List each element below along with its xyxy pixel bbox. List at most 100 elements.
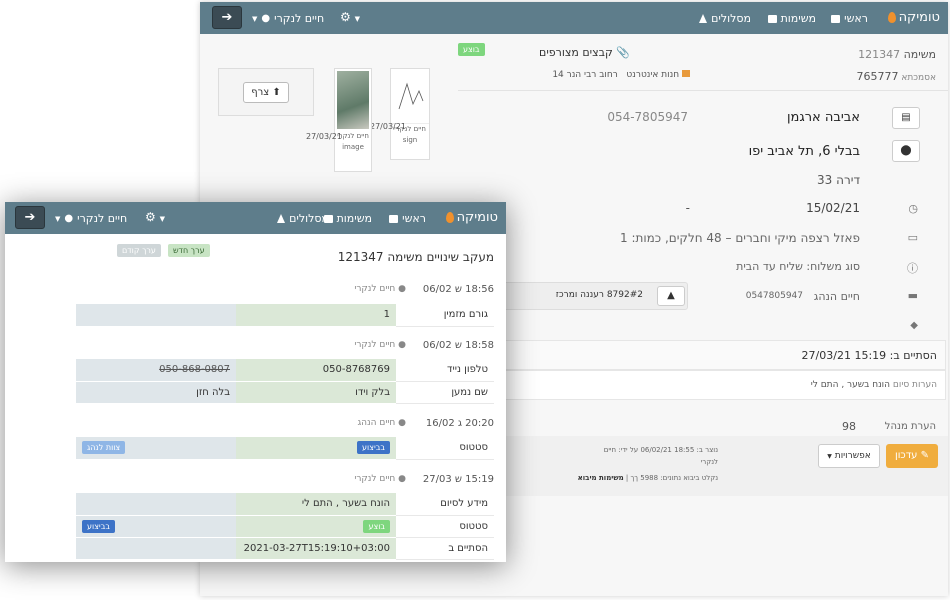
- completion-note-box: הערות סיום הונח בשער , התם לי: [500, 370, 946, 400]
- chevron-down-icon: ▼: [252, 14, 258, 23]
- field-label: סטטוס: [396, 515, 494, 538]
- entry-user: ● חיים לנקרי: [354, 474, 406, 484]
- table-row: גורם מזמין 1: [76, 304, 494, 327]
- nav-routes[interactable]: מסלולים: [277, 212, 329, 225]
- legend-new-value: ערך חדש: [168, 244, 210, 257]
- brand[interactable]: טומיקה: [445, 210, 498, 225]
- attach-dropzone[interactable]: ⬆ צרף: [218, 68, 314, 116]
- entry-user: ● חיים לנקרי: [354, 340, 406, 350]
- entry-user-name: חיים לנקרי: [354, 474, 396, 484]
- logout-button[interactable]: ➔: [15, 206, 45, 229]
- task-id-line: משימה 121347: [858, 48, 936, 61]
- tag-icon: ◆: [910, 320, 918, 331]
- route-icon: [277, 214, 286, 223]
- manager-note-label: הערת מנהל: [884, 421, 936, 432]
- change-table: סטטוס בביצוע צוות לנהג: [76, 437, 494, 460]
- image-thumbnail: [337, 71, 369, 129]
- attach-button-label: צרף: [251, 87, 270, 98]
- address-short: רחוב רבי הנר 14: [552, 70, 618, 80]
- comment-icon: ▭: [907, 231, 918, 244]
- map-pin-icon[interactable]: ⬤: [892, 140, 920, 162]
- entry-user-name: חיים לנקרי: [354, 284, 396, 294]
- edit-button[interactable]: ✎ עדכון: [886, 444, 938, 468]
- nav-home[interactable]: ראשי: [389, 212, 426, 225]
- task-date: 15/02/21: [806, 201, 860, 215]
- user-name: חיים לנקרי: [77, 212, 128, 225]
- task-items: פאזל רצפה מיקי וחברים – 48 חלקים, כמות: …: [620, 231, 860, 245]
- route-nav-icon[interactable]: ▲: [657, 286, 685, 306]
- top-nav: טומיקה ראשי משימות מסלולים ➔ ▼ ● חיים לנקר…: [5, 202, 506, 234]
- table-row: סטטוס בוצע בביצוע: [76, 515, 494, 538]
- user-menu[interactable]: ▼ ● חיים לנקרי: [252, 12, 324, 25]
- file-type: image: [342, 143, 364, 151]
- created-at: 18:55 06/02/21: [640, 446, 695, 454]
- home-icon: [831, 14, 841, 23]
- user-icon: ●: [398, 284, 406, 294]
- attachments-title: 📎 קבצים מצורפים: [539, 46, 630, 59]
- field-label: טלפון נייד: [396, 359, 494, 382]
- signature-icon: [398, 82, 424, 110]
- entry-user-name: חיים לנקרי: [354, 340, 396, 350]
- new-value: 2021-03-27T15:19:10+03:00: [236, 537, 396, 560]
- field-label: סטטוס: [396, 437, 494, 460]
- new-value: הונח בשער , התם לי: [236, 493, 396, 516]
- page-title: מעקב שינויים משימה 121347: [337, 250, 494, 264]
- file-date: 27/03/21: [370, 122, 406, 131]
- route-label: 8792#2 רעננה ומרכז: [555, 290, 643, 300]
- old-value: 050-868-0807: [76, 359, 236, 382]
- route-box: ▲ 8792#2 רעננה ומרכז: [500, 282, 688, 310]
- entry-time: 20:20 ג 16/02: [425, 418, 494, 429]
- attachment-sign[interactable]: חיים לנקרי sign: [390, 68, 430, 160]
- attachment-image[interactable]: חיים לנקרי image: [334, 68, 372, 172]
- gear-icon[interactable]: ⚙ ▼: [145, 210, 165, 224]
- route-icon: [699, 14, 708, 23]
- table-row: סטטוס בביצוע צוות לנהג: [76, 437, 494, 460]
- entry-user: ● חיים הנהג: [357, 418, 406, 428]
- user-name: חיים לנקרי: [274, 12, 325, 25]
- nav-tasks[interactable]: משימות: [767, 12, 816, 25]
- nav-routes[interactable]: מסלולים: [699, 12, 751, 25]
- import-link[interactable]: משימות מיבוא: [578, 474, 624, 482]
- store-label: חנות אינטרנט: [626, 70, 680, 80]
- new-value: 1: [236, 304, 396, 327]
- old-value: [76, 537, 236, 560]
- table-row: הסתיים ב 2021-03-27T15:19:10+03:00: [76, 537, 494, 560]
- customer-phone[interactable]: 054-7805947: [607, 110, 688, 124]
- created-line: נוצר ב: 18:55 06/02/21 על ידי: חיים: [604, 446, 718, 454]
- nav-tasks[interactable]: משימות: [323, 212, 372, 225]
- driver-phone: 0547805947: [745, 291, 803, 301]
- brand-label: טומיקה: [898, 10, 940, 25]
- old-value: צוות לנהג: [76, 437, 236, 460]
- attach-button[interactable]: ⬆ צרף: [243, 82, 289, 103]
- new-value: בביצוע: [236, 437, 396, 460]
- clock-icon: ◷: [908, 202, 918, 215]
- edit-button-label: עדכון: [894, 450, 918, 461]
- gear-icon[interactable]: ⚙ ▼: [340, 10, 360, 24]
- logout-button[interactable]: ➔: [212, 6, 242, 29]
- brand[interactable]: טומיקה: [887, 10, 940, 25]
- entry-time: 18:58 ש 06/02: [422, 340, 494, 351]
- table-row: שם נמען בלק וידו בלה חזן: [76, 381, 494, 404]
- table-row: מידע לסיום הונח בשער , התם לי: [76, 493, 494, 516]
- home-icon: [389, 214, 399, 223]
- shipment-line: אסמכתא 765777: [856, 70, 936, 83]
- tasks-icon: [767, 14, 777, 23]
- user-menu[interactable]: ▼ ● חיים לנקרי: [55, 212, 127, 225]
- user-icon: ●: [398, 418, 406, 428]
- user-icon: ●: [398, 340, 406, 350]
- contact-card-icon: ▤: [892, 107, 920, 129]
- import-id: 5988 ךך: [630, 474, 659, 482]
- file-type: sign: [402, 136, 418, 144]
- status-badge: בביצוע: [357, 441, 390, 455]
- entry-time: 18:56 ש 06/02: [422, 284, 494, 295]
- field-label: שם נמען: [396, 381, 494, 404]
- completed-at: 15:19 27/03/21: [801, 349, 887, 362]
- old-value: [76, 493, 236, 516]
- nav-home[interactable]: ראשי: [831, 12, 868, 25]
- old-value: בלה חזן: [76, 381, 236, 404]
- entry-user: ● חיים לנקרי: [354, 284, 406, 294]
- field-label: הסתיים ב: [396, 537, 494, 560]
- new-value: בוצע: [236, 515, 396, 538]
- options-button[interactable]: אפשרויות ▼: [818, 444, 880, 468]
- upload-icon: ⬆: [272, 87, 281, 98]
